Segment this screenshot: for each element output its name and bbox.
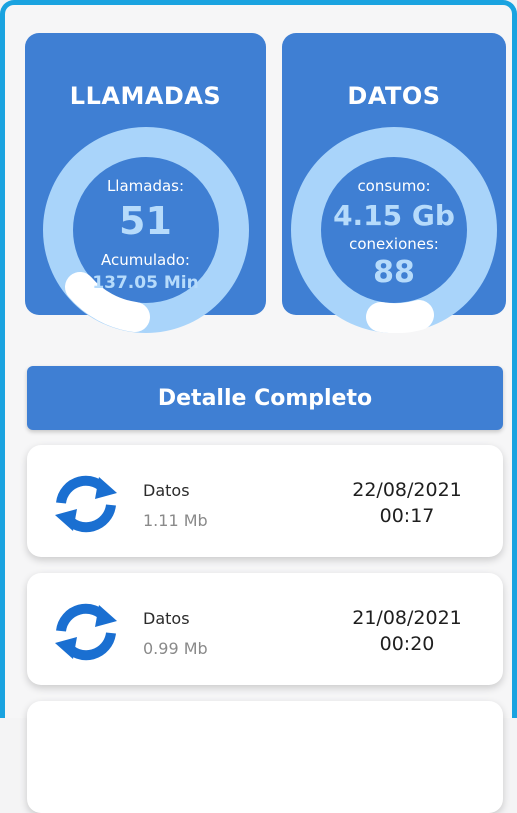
connections-value: 88 xyxy=(373,255,415,290)
history-time: 00:17 xyxy=(379,505,435,527)
accumulated-label: Acumulado: xyxy=(101,251,190,269)
history-kind: Datos xyxy=(143,609,190,628)
history-time: 00:20 xyxy=(379,633,435,655)
data-card[interactable]: DATOS consumo: 4.15 Gb conexiones: 88 xyxy=(282,33,506,333)
sync-icon xyxy=(51,601,121,663)
calls-count: 51 xyxy=(119,199,172,243)
consumption-value: 4.15 Gb xyxy=(333,199,455,232)
detail-complete-button[interactable]: Detalle Completo xyxy=(27,366,503,430)
calls-ring: Llamadas: 51 Acumulado: 137.05 Min xyxy=(42,127,249,333)
data-ring: consumo: 4.15 Gb conexiones: 88 xyxy=(291,127,497,333)
history-kind: Datos xyxy=(143,481,190,500)
history-size: 1.11 Mb xyxy=(143,511,208,530)
data-title: DATOS xyxy=(347,82,441,110)
accumulated-value: 137.05 Min xyxy=(92,273,199,293)
history-date: 22/08/2021 xyxy=(352,479,462,501)
history-datetime: 21/08/2021 00:20 xyxy=(337,605,477,657)
calls-card[interactable]: LLAMADAS Llamadas: 51 Acumulado: 137.05 … xyxy=(25,33,266,333)
sync-icon xyxy=(51,473,121,535)
connections-label: conexiones: xyxy=(349,235,439,253)
history-datetime: 22/08/2021 00:17 xyxy=(337,477,477,529)
calls-title: LLAMADAS xyxy=(69,82,222,110)
history-row[interactable]: Datos 0.99 Mb 21/08/2021 00:20 xyxy=(27,573,503,685)
history-row[interactable]: Datos 1.11 Mb 22/08/2021 00:17 xyxy=(27,445,503,557)
consumption-label: consumo: xyxy=(357,177,431,195)
calls-label: Llamadas: xyxy=(106,177,185,195)
history-date: 21/08/2021 xyxy=(352,607,462,629)
history-size: 0.99 Mb xyxy=(143,639,208,658)
